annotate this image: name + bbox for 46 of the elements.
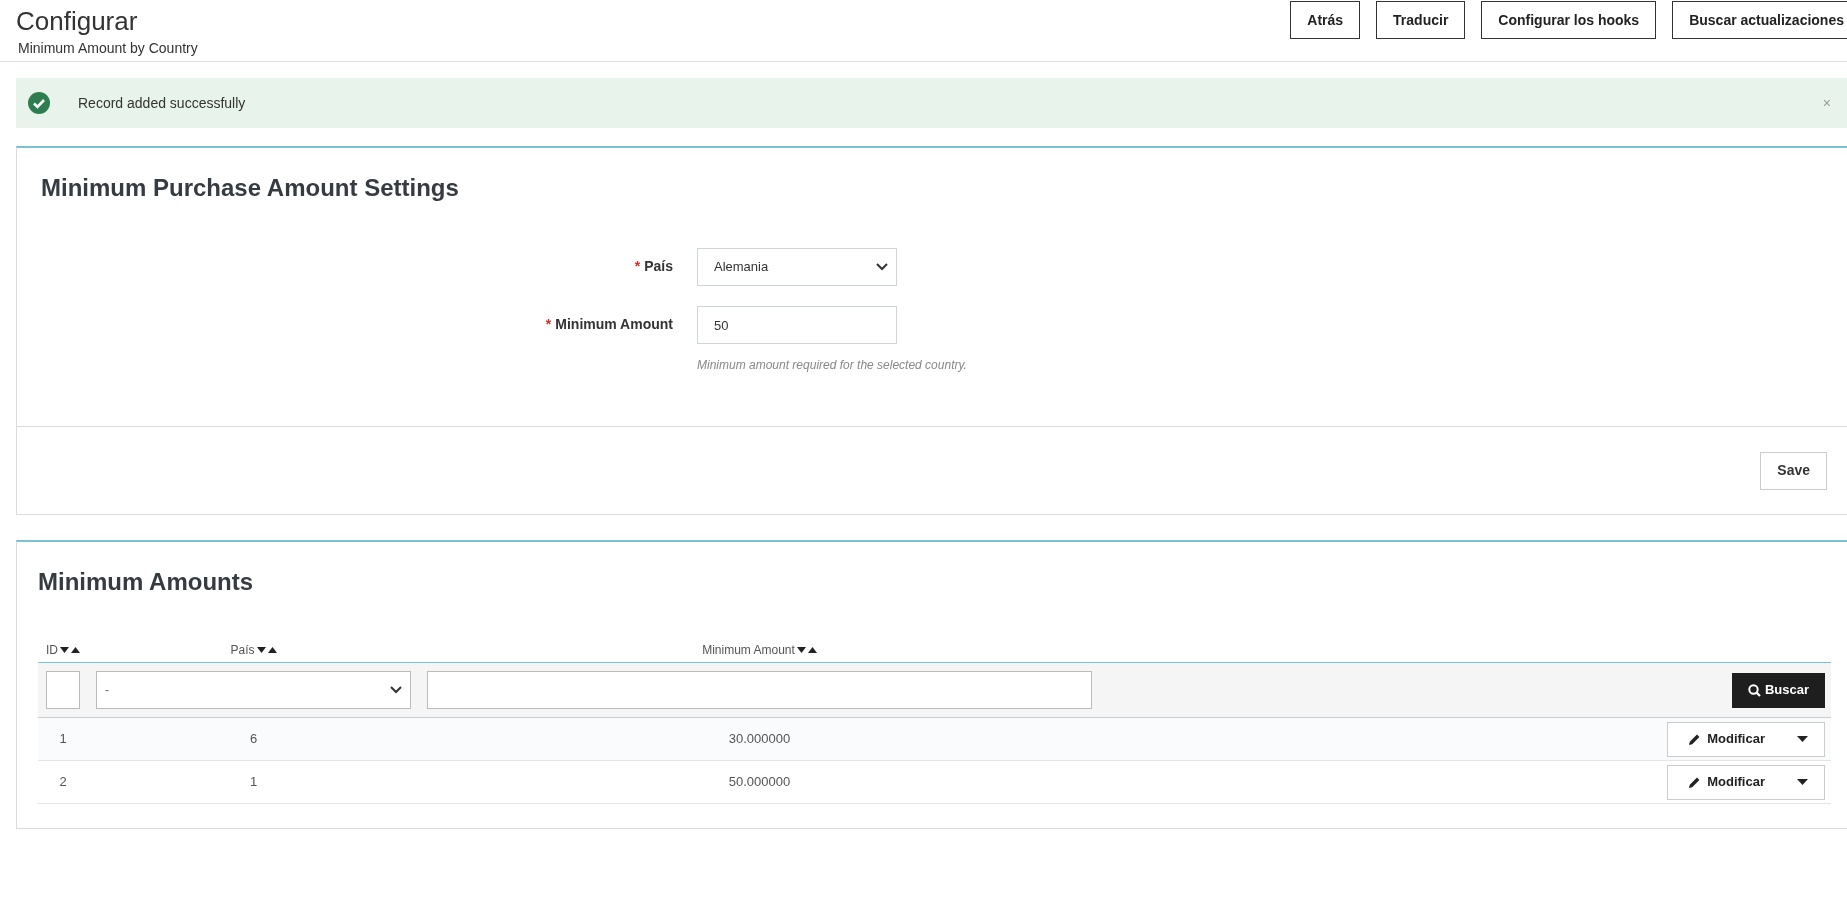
table-cell-text: 1 bbox=[59, 730, 67, 749]
required-mark: * bbox=[634, 257, 641, 276]
table-cell-text: 6 bbox=[249, 730, 258, 749]
field-label: País bbox=[644, 257, 673, 276]
caret-icon bbox=[1797, 736, 1808, 742]
help-text: Minimum amount required for the selected country. bbox=[697, 357, 967, 374]
panel-title: Minimum Purchase Amount Settings bbox=[41, 173, 460, 203]
toolbar-button[interactable]: Traducir bbox=[1376, 1, 1466, 39]
pencil-icon bbox=[1688, 775, 1702, 789]
filter-input[interactable] bbox=[46, 671, 80, 709]
save-button[interactable]: Save bbox=[1760, 451, 1827, 490]
search-button[interactable]: Buscar bbox=[1731, 672, 1825, 708]
field-label: Minimum Amount bbox=[555, 315, 673, 334]
pencil-icon bbox=[1688, 732, 1702, 746]
page-title: Configurar bbox=[16, 5, 139, 38]
toolbar-button[interactable]: Configurar los hooks bbox=[1481, 1, 1657, 39]
sort-up-icon[interactable] bbox=[807, 647, 817, 653]
amount-input[interactable]: 50 bbox=[697, 306, 897, 344]
toolbar-button[interactable]: Atrás bbox=[1290, 1, 1361, 39]
required-mark: * bbox=[545, 315, 552, 334]
table-cell-text: 1 bbox=[249, 773, 258, 792]
edit-button[interactable]: Modificar bbox=[1668, 765, 1781, 799]
filter-input[interactable] bbox=[427, 671, 1092, 709]
check-circle-icon bbox=[28, 92, 50, 114]
sort-up-icon[interactable] bbox=[267, 647, 277, 653]
table-cell-text: 50.000000 bbox=[728, 773, 791, 792]
chevron-down-icon bbox=[390, 686, 402, 694]
page-subtitle: Minimum Amount by Country bbox=[17, 39, 198, 58]
table-cell-text: 30.000000 bbox=[728, 730, 791, 749]
sort-up-icon[interactable] bbox=[71, 647, 80, 653]
column-header: País bbox=[230, 642, 255, 659]
filter-select[interactable]: - bbox=[96, 671, 411, 709]
panel-title: Minimum Amounts bbox=[38, 567, 255, 597]
search-icon bbox=[1747, 683, 1761, 697]
chevron-down-icon bbox=[876, 263, 888, 271]
column-header: ID bbox=[46, 642, 58, 659]
column-header: Minimum Amount bbox=[702, 642, 795, 659]
country-select[interactable]: Alemania bbox=[697, 248, 897, 286]
sort-down-icon[interactable] bbox=[60, 647, 69, 653]
sort-down-icon[interactable] bbox=[796, 647, 806, 653]
toolbar-button[interactable]: Buscar actualizaciones bbox=[1672, 1, 1847, 39]
edit-button[interactable]: Modificar bbox=[1668, 722, 1781, 756]
alert-message: Record added successfully bbox=[78, 93, 246, 113]
caret-icon bbox=[1797, 779, 1808, 785]
sort-down-icon[interactable] bbox=[256, 647, 266, 653]
table-cell-text: 2 bbox=[59, 773, 67, 792]
